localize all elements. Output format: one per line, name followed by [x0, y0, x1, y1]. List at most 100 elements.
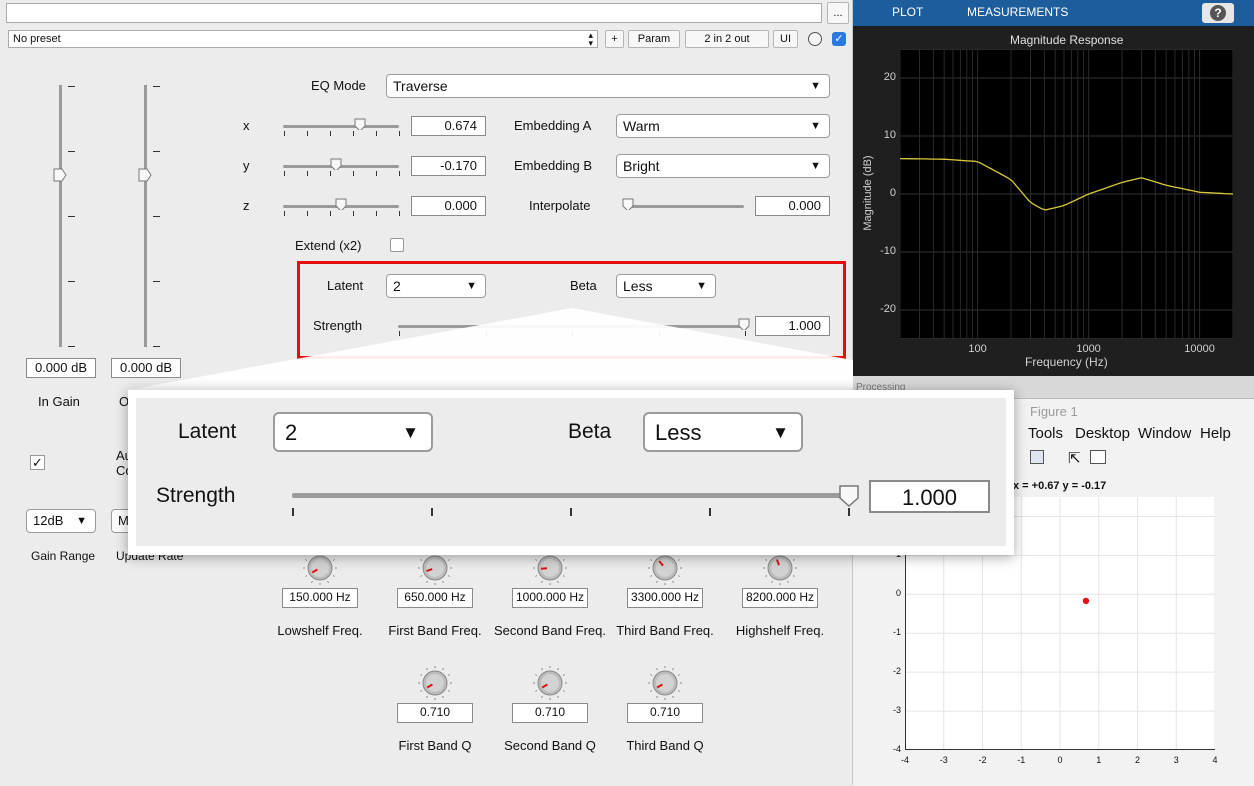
- enable-checkbox[interactable]: ✓: [832, 32, 846, 46]
- knob-label: Highshelf Freq.: [735, 623, 825, 638]
- interpolate-slider[interactable]: [626, 205, 744, 208]
- ui-button[interactable]: UI: [773, 30, 798, 48]
- knob-icon[interactable]: [302, 550, 338, 586]
- zoom-strength-thumb-icon[interactable]: [838, 484, 860, 508]
- chevron-down-icon: ▼: [696, 280, 707, 292]
- scope-xlabel: Frequency (Hz): [1025, 355, 1108, 369]
- knob-value[interactable]: 650.000 Hz: [397, 588, 473, 608]
- add-preset-button[interactable]: +: [605, 30, 624, 48]
- z-value[interactable]: 0.000: [411, 196, 486, 216]
- x-tick-label: -1: [1017, 755, 1026, 765]
- knob-value[interactable]: 150.000 Hz: [282, 588, 358, 608]
- x-slider[interactable]: [283, 125, 399, 128]
- z-label: z: [243, 198, 250, 213]
- param-button[interactable]: Param: [628, 30, 680, 48]
- menu-item-tools[interactable]: Tools: [1028, 425, 1063, 442]
- interpolate-label: Interpolate: [529, 198, 591, 213]
- gain-range-label: Gain Range: [31, 549, 96, 563]
- beta-select[interactable]: Less ▼: [616, 274, 716, 298]
- menu-item-help[interactable]: Help: [1200, 425, 1231, 442]
- zoom-latent-label: Latent: [178, 420, 237, 443]
- x-tick-label: -4: [900, 755, 909, 765]
- knob-value[interactable]: 1000.000 Hz: [512, 588, 588, 608]
- knob-value[interactable]: 8200.000 Hz: [742, 588, 818, 608]
- title-input[interactable]: [6, 3, 822, 23]
- tick: [709, 508, 711, 516]
- tick: [399, 211, 400, 216]
- knob-value[interactable]: 0.710: [397, 703, 473, 723]
- auto-checkbox[interactable]: ✓: [30, 455, 45, 470]
- knob-icon[interactable]: [647, 665, 683, 701]
- scope-title: Magnitude Response: [1010, 33, 1124, 47]
- knob-value[interactable]: 3300.000 Hz: [627, 588, 703, 608]
- y-tick-label: -4: [892, 744, 901, 754]
- interpolate-slider-thumb-icon[interactable]: [622, 198, 634, 210]
- x-tick-label: 3: [1173, 755, 1179, 765]
- knob-value[interactable]: 0.710: [512, 703, 588, 723]
- tick: [330, 211, 331, 216]
- pointer-icon[interactable]: ⇱: [1068, 449, 1081, 467]
- scatter-point: [1082, 597, 1090, 605]
- x-tick-label: 1: [1096, 755, 1102, 765]
- tab-measurements[interactable]: MEASUREMENTS: [967, 5, 1068, 19]
- eq-mode-select[interactable]: Traverse ▼: [386, 74, 830, 98]
- y-tick-label: 0: [895, 588, 901, 599]
- y-value[interactable]: -0.170: [411, 156, 486, 176]
- knob-icon[interactable]: [647, 550, 683, 586]
- gain-range-select[interactable]: 12dB ▼: [26, 509, 96, 533]
- preset-select[interactable]: No preset ▴ ▾: [8, 30, 598, 48]
- in-gain-value[interactable]: 0.000 dB: [26, 358, 96, 378]
- x-label: x: [243, 118, 250, 133]
- extend-checkbox[interactable]: [390, 238, 404, 252]
- help-button[interactable]: ?: [1202, 3, 1234, 23]
- tick: [376, 131, 377, 136]
- z-slider-thumb-icon[interactable]: [335, 198, 347, 210]
- knob-icon[interactable]: [417, 665, 453, 701]
- in-gain-slider-track[interactable]: [59, 85, 62, 347]
- knob-value[interactable]: 0.710: [627, 703, 703, 723]
- figure-title: Figure 1: [1030, 404, 1078, 419]
- in-gain-label: In Gain: [38, 394, 80, 409]
- y-tick-label: -2: [892, 666, 901, 677]
- tick: [68, 86, 75, 87]
- menu-item-desktop[interactable]: Desktop: [1075, 425, 1130, 442]
- y-slider-thumb-icon[interactable]: [330, 158, 342, 170]
- knob-icon[interactable]: [532, 550, 568, 586]
- knob-icon[interactable]: [417, 550, 453, 586]
- plot-icon[interactable]: [1030, 450, 1044, 464]
- latent-select[interactable]: 2 ▼: [386, 274, 486, 298]
- tab-plot[interactable]: PLOT: [892, 5, 923, 19]
- y-tick-label: 0: [889, 187, 896, 199]
- io-config-button[interactable]: 2 in 2 out: [685, 30, 769, 48]
- zoom-latent-value: 2: [285, 420, 298, 445]
- x-tick-label: -2: [978, 755, 987, 765]
- tick: [153, 281, 160, 282]
- menu-item-window[interactable]: Window: [1138, 425, 1191, 442]
- dock-icon[interactable]: [1090, 450, 1106, 464]
- embedding-a-select[interactable]: Warm ▼: [616, 114, 830, 138]
- ellipsis-button[interactable]: ...: [827, 2, 849, 24]
- in-gain-thumb-icon[interactable]: [53, 168, 67, 182]
- zoom-latent-select[interactable]: 2 ▼: [273, 412, 433, 452]
- knob-label: Third Band Q: [626, 738, 704, 753]
- bypass-knob-icon[interactable]: [808, 32, 822, 46]
- magnitude-plot[interactable]: [900, 49, 1233, 339]
- zoom-beta-select[interactable]: Less ▼: [643, 412, 803, 452]
- knob-icon[interactable]: [532, 665, 568, 701]
- y-tick-label: -20: [880, 303, 896, 315]
- out-gain-thumb-icon[interactable]: [138, 168, 152, 182]
- zoom-strength-value[interactable]: 1.000: [869, 480, 990, 513]
- coords-readout: x = +0.67 y = -0.17: [1013, 480, 1107, 492]
- x-tick-label: 100: [968, 343, 987, 355]
- zoom-strength-slider[interactable]: [292, 493, 852, 498]
- x-value[interactable]: 0.674: [411, 116, 486, 136]
- knob-icon[interactable]: [762, 550, 798, 586]
- embedding-b-select[interactable]: Bright ▼: [616, 154, 830, 178]
- extend-label: Extend (x2): [295, 238, 362, 253]
- tick: [284, 171, 285, 176]
- interpolate-value[interactable]: 0.000: [755, 196, 830, 216]
- x-slider-thumb-icon[interactable]: [354, 118, 366, 130]
- tick: [353, 211, 354, 216]
- tick: [399, 171, 400, 176]
- chevron-down-icon: ▼: [76, 515, 87, 527]
